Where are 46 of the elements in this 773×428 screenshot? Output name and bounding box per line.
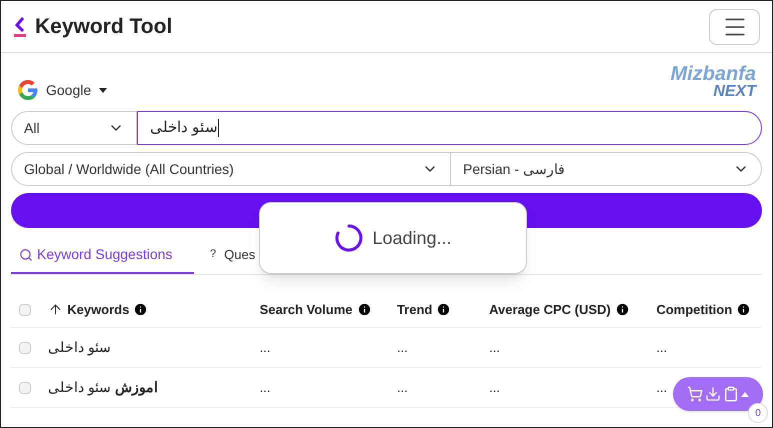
partner-logo-name: Mizbanfa [670, 64, 756, 84]
partner-logo-sub: NEXT [713, 84, 756, 100]
row-checkbox[interactable] [19, 342, 31, 354]
table-cell: ... [260, 380, 270, 395]
table-cell: اموزش سئو داخلی [48, 379, 158, 395]
caret-icon [99, 88, 108, 92]
tab[interactable]: ? Ques [194, 237, 256, 274]
table-cell: سئو داخلی [48, 339, 112, 355]
table-cell: ... [260, 340, 270, 355]
loading-text: Loading... [372, 226, 452, 250]
app-title: Keyword Tool [35, 14, 172, 40]
cart-actions-button[interactable] [673, 377, 763, 411]
select-all-checkbox[interactable] [19, 304, 31, 316]
info-icon [356, 302, 372, 317]
table-cell: ... [396, 380, 408, 395]
google-icon [18, 80, 38, 100]
tab[interactable]: Keyword Suggestions [11, 237, 194, 274]
row-checkbox[interactable] [19, 382, 31, 394]
table-cell: ... [396, 340, 408, 355]
spinner-icon [334, 223, 364, 253]
cart-icon [687, 386, 703, 402]
column-header[interactable]: Average CPC (USD) [489, 300, 656, 320]
column-header[interactable]: Trend [396, 300, 490, 320]
column-header[interactable]: Search Volume [260, 300, 397, 320]
table-cell: ... [489, 380, 500, 395]
column-header[interactable]: Competition [656, 300, 762, 320]
table-cell: ... [656, 340, 668, 355]
language-select[interactable]: Persian - فارسی [451, 152, 762, 186]
info-icon [614, 302, 630, 317]
download-icon [705, 386, 721, 402]
engine-dropdown[interactable]: Google [18, 80, 108, 100]
info-icon [133, 302, 148, 317]
table-cell: ... [489, 340, 500, 355]
logo-icon [13, 16, 27, 38]
menu-button[interactable] [709, 8, 760, 44]
column-header[interactable]: Keywords [48, 300, 260, 320]
mode-select[interactable]: All [11, 111, 137, 145]
info-icon [436, 302, 452, 317]
caret-icon [741, 392, 749, 396]
info-icon [736, 302, 752, 317]
clipboard-icon [723, 386, 739, 402]
table-cell: ... [656, 380, 668, 395]
cart-count-badge: 0 [748, 403, 768, 423]
search-field[interactable]: سئو داخلی [137, 111, 762, 145]
location-select[interactable]: Global / Worldwide (All Countries) [11, 152, 451, 186]
search-icon [19, 248, 33, 262]
